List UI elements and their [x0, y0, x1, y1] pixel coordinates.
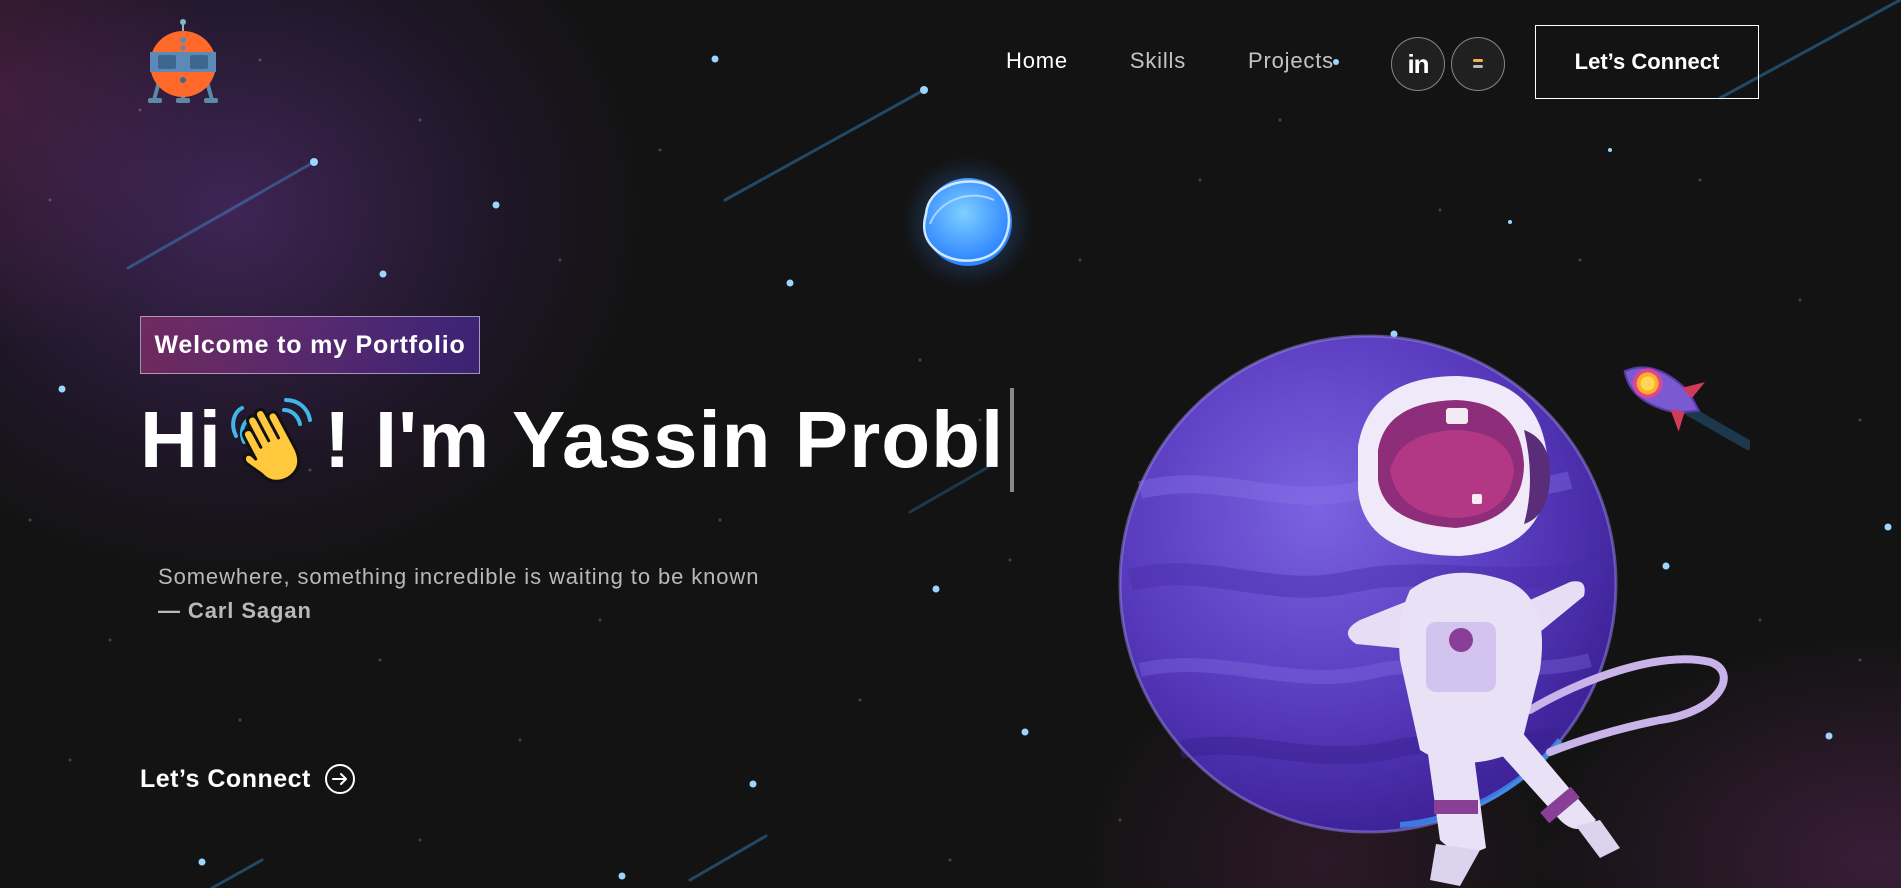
quote-author: — Carl Sagan [158, 598, 312, 623]
linkedin-icon: in [1407, 48, 1429, 79]
social-icon [1473, 59, 1483, 68]
hero-connect-button[interactable]: Let’s Connect [140, 764, 355, 794]
hero-connect-label: Let’s Connect [140, 764, 311, 793]
waving-hand-icon [231, 398, 312, 483]
nav-link-skills[interactable]: Skills [1130, 48, 1186, 74]
logo-icon[interactable] [148, 18, 218, 108]
tagline-badge: Welcome to my Portfolio [140, 316, 480, 374]
typing-cursor [1010, 388, 1015, 492]
nav-link-home[interactable]: Home [1006, 48, 1068, 74]
greeting-prefix: Hi [140, 395, 222, 484]
connect-button[interactable]: Let’s Connect [1535, 25, 1759, 99]
social-button[interactable] [1451, 37, 1505, 91]
glowing-orb-icon [902, 156, 1034, 288]
page-title: Hi ! I'm Yassin Probl [140, 388, 1015, 492]
nav-link-projects[interactable]: Projects [1248, 48, 1334, 74]
quote-block: Somewhere, something incredible is waiti… [158, 560, 759, 628]
main-nav: Home Skills Projects [1006, 48, 1334, 74]
hero-banner: Home Skills Projects in Let’s Connect We… [0, 0, 1901, 888]
arrow-right-circle-icon [324, 764, 355, 794]
astronaut-planet-illustration [1118, 334, 1728, 886]
quote-text: Somewhere, something incredible is waiti… [158, 564, 760, 589]
linkedin-button[interactable]: in [1391, 37, 1445, 91]
greeting-name: ! I'm Yassin Probl [324, 395, 1005, 484]
